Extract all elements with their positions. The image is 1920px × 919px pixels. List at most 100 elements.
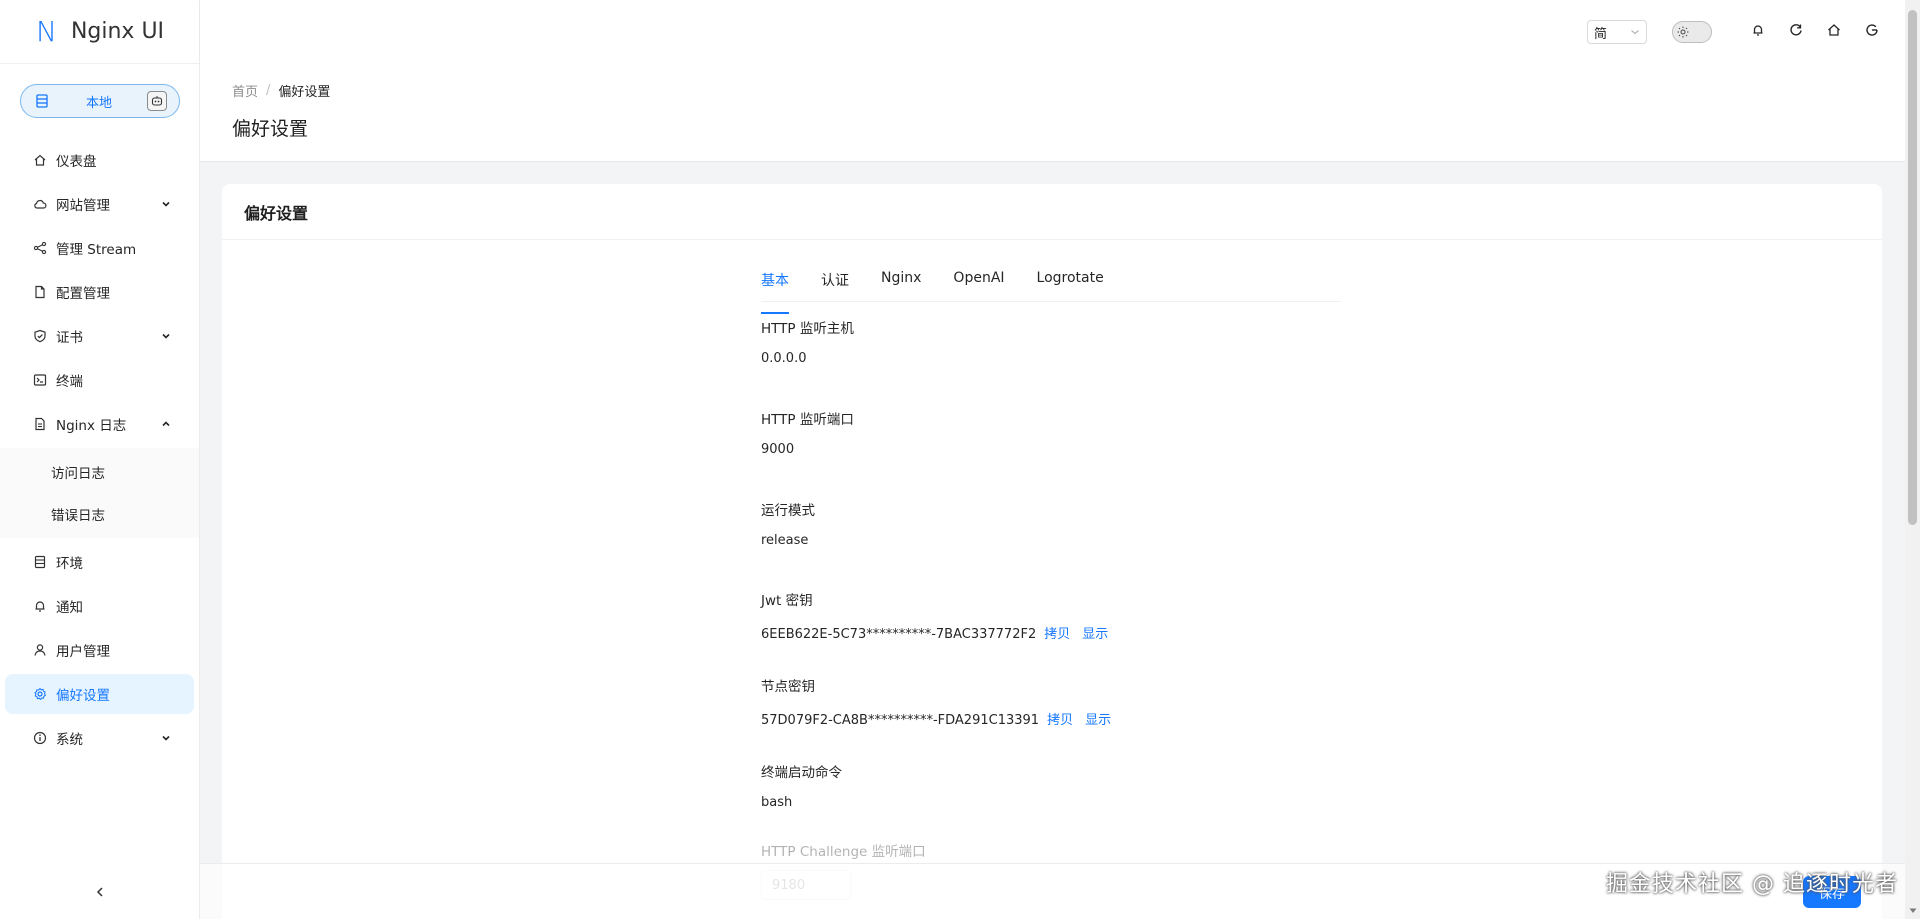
field-label: 运行模式 — [761, 503, 815, 519]
field-jwt-secret: Jwt 密钥 6EEB622E-5C73**********-7BAC33777… — [761, 589, 1341, 647]
user-icon — [32, 642, 48, 658]
top-header: 简 — [200, 0, 1905, 64]
copy-node-secret-button[interactable]: 拷贝 — [1047, 709, 1073, 733]
field-terminal-start-cmd: 终端启动命令 bash — [761, 761, 1341, 815]
sidebar-item-label: 网站管理 — [56, 198, 110, 214]
sidebar-item-label: 偏好设置 — [56, 688, 110, 704]
reload-icon — [1789, 23, 1803, 41]
scroll-down-icon[interactable] — [1908, 906, 1917, 915]
bell-icon — [1751, 23, 1765, 41]
copy-jwt-button[interactable]: 拷贝 — [1044, 623, 1070, 647]
sidebar-item-error-log[interactable]: 错误日志 — [5, 494, 194, 534]
breadcrumb-home[interactable]: 首页 — [232, 81, 258, 100]
share-icon — [32, 240, 48, 256]
jwt-secret-value: 6EEB622E-5C73**********-7BAC337772F2 — [761, 627, 1037, 642]
field-run-mode: 运行模式 release — [761, 499, 1341, 553]
app-name: Nginx UI — [70, 19, 165, 44]
sidebar-item-sites[interactable]: 网站管理 — [5, 184, 194, 224]
preferences-form: 基本 认证 Nginx OpenAI Logrotate HTTP 监听主机 0… — [761, 266, 1341, 900]
database-icon — [33, 92, 51, 110]
field-http-port: HTTP 监听端口 9000 — [761, 408, 1341, 462]
field-label: 节点密钥 — [761, 679, 815, 695]
sidebar-item-certificates[interactable]: 证书 — [5, 316, 194, 356]
preferences-card: 偏好设置 基本 认证 Nginx OpenAI Logrotate HTTP 监… — [222, 184, 1882, 919]
language-select[interactable]: 简 — [1587, 20, 1647, 44]
theme-toggle[interactable] — [1672, 21, 1712, 43]
sidebar-item-label: 仪表盘 — [56, 154, 97, 170]
sidebar-item-label: Nginx 日志 — [56, 418, 127, 434]
field-node-secret: 节点密钥 57D079F2-CA8B**********-FDA291C1339… — [761, 675, 1341, 733]
sidebar-item-label: 配置管理 — [56, 286, 110, 302]
node-secret-value: 57D079F2-CA8B**********-FDA291C13391 — [761, 713, 1040, 728]
tab-openai[interactable]: OpenAI — [953, 266, 1004, 301]
sidebar-item-preferences[interactable]: 偏好设置 — [5, 674, 194, 714]
sidebar-item-notifications[interactable]: 通知 — [5, 586, 194, 626]
chevron-up-icon — [160, 418, 172, 430]
field-value: bash — [761, 795, 793, 810]
chevron-left-icon — [95, 886, 105, 902]
breadcrumb: 首页 / 偏好设置 — [232, 81, 1873, 100]
scrollbar-thumb[interactable] — [1908, 10, 1917, 525]
show-node-secret-button[interactable]: 显示 — [1085, 709, 1111, 733]
page-scrollbar[interactable] — [1905, 0, 1920, 919]
field-value: release — [761, 533, 809, 548]
sidebar-item-system[interactable]: 系统 — [5, 718, 194, 758]
language-value: 简 — [1594, 26, 1608, 42]
tab-logrotate[interactable]: Logrotate — [1037, 266, 1104, 301]
info-icon — [32, 730, 48, 746]
field-http-host: HTTP 监听主机 0.0.0.0 — [761, 317, 1341, 371]
gear-icon — [32, 686, 48, 702]
page-title: 偏好设置 — [232, 118, 309, 140]
logout-button[interactable] — [1861, 21, 1883, 43]
sidebar-item-label: 用户管理 — [56, 644, 110, 660]
sidebar-item-label: 管理 Stream — [56, 242, 137, 258]
field-label: HTTP 监听端口 — [761, 412, 854, 428]
tab-auth[interactable]: 认证 — [821, 266, 849, 301]
environment-label: 本地 — [85, 95, 112, 111]
tab-basic[interactable]: 基本 — [761, 266, 789, 314]
sidebar-item-nginx-logs[interactable]: Nginx 日志 — [5, 404, 194, 444]
sidebar-item-label: 系统 — [56, 732, 83, 748]
chevron-down-icon — [160, 198, 172, 210]
home-button[interactable] — [1823, 21, 1845, 43]
show-jwt-button[interactable]: 显示 — [1082, 623, 1108, 647]
logo-mark: N — [36, 14, 57, 48]
field-value-row: 57D079F2-CA8B**********-FDA291C13391 拷贝 … — [761, 709, 1341, 733]
sidebar-item-environments[interactable]: 环境 — [5, 542, 194, 582]
field-label: HTTP Challenge 监听端口 — [761, 844, 926, 860]
sidebar-item-config[interactable]: 配置管理 — [5, 272, 194, 312]
home-icon — [1827, 23, 1841, 41]
reload-button[interactable] — [1785, 21, 1807, 43]
field-value: 9000 — [761, 442, 795, 457]
sidebar-item-terminal[interactable]: 终端 — [5, 360, 194, 400]
breadcrumb-current: 偏好设置 — [278, 85, 331, 100]
sidebar-item-access-log[interactable]: 访问日志 — [5, 452, 194, 492]
app-logo[interactable]: N Nginx UI — [0, 0, 199, 64]
bell-icon — [32, 598, 48, 614]
field-label: HTTP 监听主机 — [761, 321, 854, 337]
tab-nginx[interactable]: Nginx — [881, 266, 921, 301]
sidebar-item-dashboard[interactable]: 仪表盘 — [5, 140, 194, 180]
sidebar-item-label: 终端 — [56, 374, 83, 390]
nginx-logs-submenu: 访问日志 错误日志 — [0, 448, 199, 538]
sidebar-item-users[interactable]: 用户管理 — [5, 630, 194, 670]
card-title: 偏好设置 — [222, 184, 1882, 240]
file-text-icon — [32, 416, 48, 432]
cloud-icon — [32, 196, 48, 212]
field-value: 0.0.0.0 — [761, 351, 807, 366]
environment-switcher[interactable]: 本地 — [20, 84, 180, 118]
sidebar-item-label: 证书 — [56, 330, 83, 346]
notification-button[interactable] — [1747, 21, 1769, 43]
sidebar-collapse-button[interactable] — [0, 879, 199, 909]
sidebar-item-stream[interactable]: 管理 Stream — [5, 228, 194, 268]
robot-icon — [147, 91, 167, 111]
page-header: 首页 / 偏好设置 偏好设置 — [200, 64, 1905, 162]
sidebar-item-label: 通知 — [56, 600, 83, 616]
home-icon — [32, 152, 48, 168]
sun-icon — [1676, 25, 1690, 39]
field-label: 终端启动命令 — [761, 765, 842, 781]
shield-icon — [32, 328, 48, 344]
chevron-down-icon — [160, 330, 172, 342]
chevron-down-icon — [160, 732, 172, 744]
sidebar-item-label: 环境 — [56, 556, 83, 572]
